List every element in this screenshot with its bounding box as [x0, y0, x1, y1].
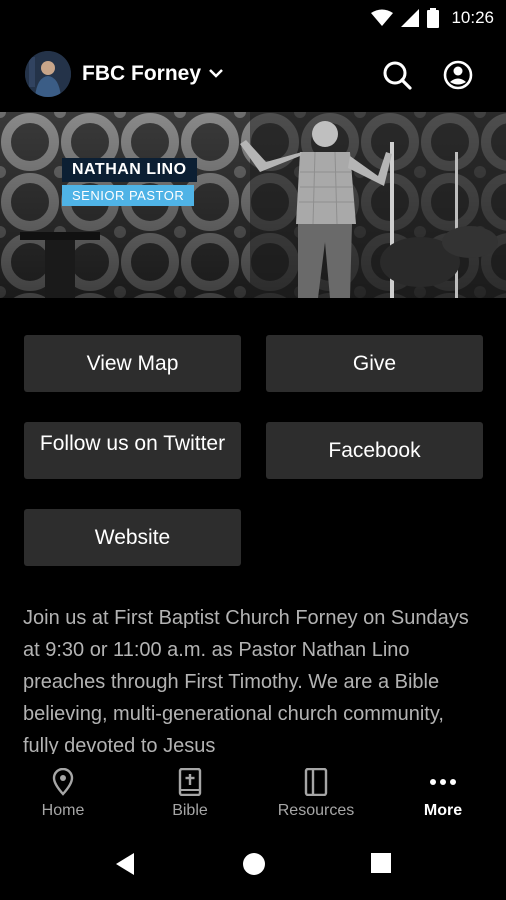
church-avatar[interactable] [25, 51, 71, 97]
bottom-nav: Home Bible Resources More [0, 756, 506, 828]
status-bar: 10:26 [0, 0, 506, 36]
account-icon[interactable] [441, 58, 475, 92]
bible-icon [178, 768, 202, 796]
hero-banner: NATHAN LINO SENIOR PASTOR [0, 112, 506, 298]
pastor-name: NATHAN LINO [62, 158, 197, 182]
signal-icon [401, 9, 420, 27]
more-dots-icon [428, 768, 458, 796]
view-map-button[interactable]: View Map [24, 335, 241, 392]
home-circle-icon[interactable] [242, 852, 266, 881]
recents-icon[interactable] [370, 852, 392, 879]
follow-twitter-button[interactable]: Follow us on Twitter [24, 422, 241, 479]
pastor-role: SENIOR PASTOR [62, 185, 195, 206]
app-title[interactable]: FBC Forney [82, 62, 201, 86]
back-icon[interactable] [114, 852, 136, 881]
system-nav-bar [0, 832, 506, 900]
facebook-button[interactable]: Facebook [266, 422, 483, 479]
search-icon[interactable] [380, 58, 414, 92]
resources-icon [304, 768, 328, 796]
wifi-icon [371, 9, 394, 27]
give-button[interactable]: Give [266, 335, 483, 392]
status-time: 10:26 [451, 8, 494, 27]
pastor-name-tag: NATHAN LINO SENIOR PASTOR [62, 158, 197, 206]
battery-icon [427, 8, 440, 28]
nav-bible[interactable]: Bible [127, 756, 253, 828]
app-header: FBC Forney [0, 44, 506, 104]
nav-resources[interactable]: Resources [253, 756, 379, 828]
chevron-down-icon[interactable] [208, 66, 224, 84]
nav-home[interactable]: Home [0, 756, 126, 828]
nav-more[interactable]: More [380, 756, 506, 828]
church-description: Join us at First Baptist Church Forney o… [23, 607, 469, 754]
website-button[interactable]: Website [24, 509, 241, 566]
location-pin-icon [51, 768, 75, 796]
